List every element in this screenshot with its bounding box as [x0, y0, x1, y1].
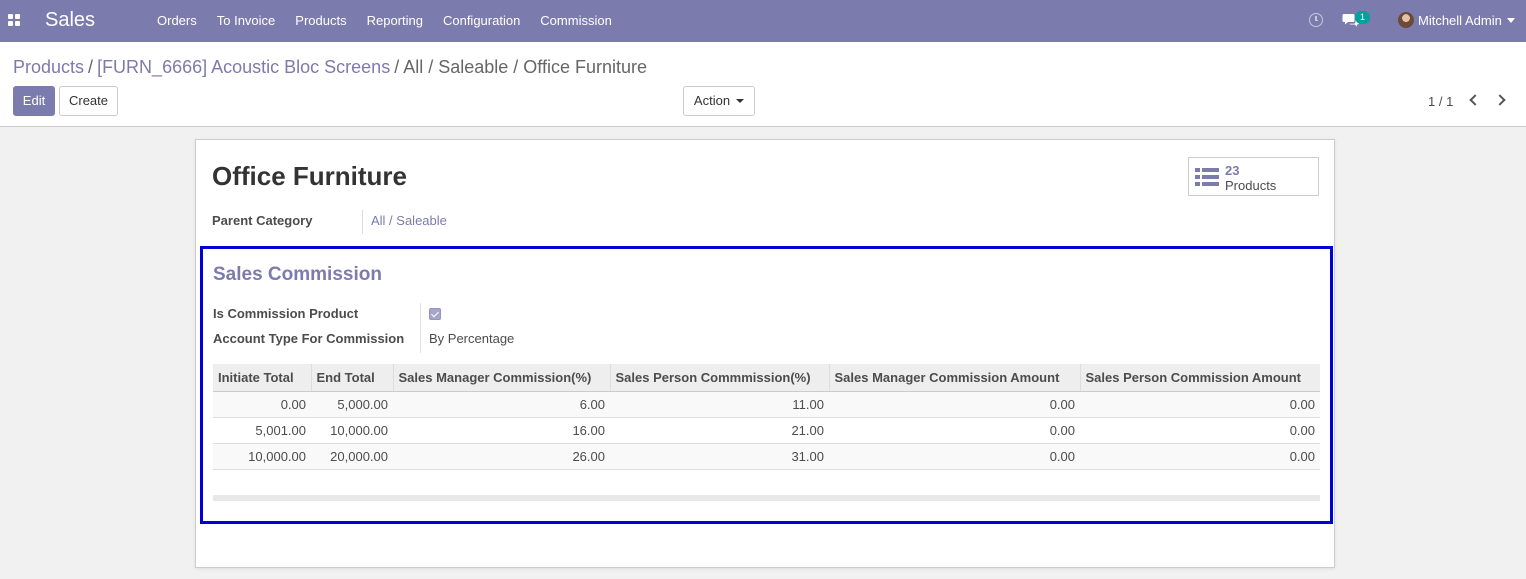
table-row[interactable]: 5,001.00 10,000.00 16.00 21.00 0.00 0.00: [213, 417, 1320, 444]
pager-value[interactable]: 1 / 1: [1428, 94, 1453, 109]
action-label: Action: [693, 93, 731, 108]
breadcrumb-separator: /: [394, 57, 400, 77]
table-cell: 10,000.00: [311, 417, 393, 444]
table-cell: 0.00: [1080, 417, 1320, 444]
stat-value: 23: [1225, 163, 1240, 178]
column-header-person-amount[interactable]: Sales Person Commission Amount: [1080, 364, 1320, 392]
column-header-person-percent[interactable]: Sales Person Commmission(%): [610, 364, 830, 392]
apps-menu-icon[interactable]: [8, 14, 20, 26]
table-cell: 26.00: [393, 443, 610, 470]
user-avatar[interactable]: [1398, 12, 1414, 28]
sales-commission-section: Sales Commission Is Commission Product A…: [200, 246, 1333, 524]
table-row[interactable]: 0.00 5,000.00 6.00 11.00 0.00 0.00: [213, 391, 1320, 418]
table-cell: 21.00: [610, 417, 829, 444]
table-cell: 5,000.00: [311, 391, 393, 418]
table-cell: 11.00: [610, 391, 829, 418]
parent-category-value[interactable]: All / Saleable: [371, 213, 447, 228]
create-button[interactable]: Create: [59, 86, 118, 116]
app-name[interactable]: Sales: [45, 9, 95, 32]
table-cell: 0.00: [829, 443, 1080, 470]
is-commission-product-checkbox[interactable]: [429, 308, 441, 320]
menu-item-orders[interactable]: Orders: [147, 0, 207, 42]
breadcrumb-item-product[interactable]: [FURN_6666] Acoustic Bloc Screens: [97, 57, 390, 77]
menu-item-reporting[interactable]: Reporting: [357, 0, 433, 42]
account-type-label: Account Type For Commission: [213, 331, 405, 346]
table-cell: 0.00: [829, 417, 1080, 444]
list-icon: [1195, 168, 1219, 186]
action-dropdown-button[interactable]: Action: [683, 86, 755, 116]
edit-button[interactable]: Edit: [13, 86, 55, 116]
table-cell: 6.00: [393, 391, 610, 418]
table-cell: 31.00: [610, 443, 829, 470]
breadcrumb-item-products[interactable]: Products: [13, 57, 84, 77]
table-cell: 0.00: [1080, 443, 1320, 470]
table-cell: 0.00: [213, 391, 311, 418]
user-menu-name[interactable]: Mitchell Admin: [1418, 13, 1502, 28]
record-title: Office Furniture: [212, 161, 408, 191]
table-cell: 0.00: [829, 391, 1080, 418]
column-header-manager-percent[interactable]: Sales Manager Commission(%): [393, 364, 611, 392]
section-title: Sales Commission: [213, 264, 382, 285]
chat-counter-badge: 1: [1355, 11, 1370, 24]
parent-category-label: Parent Category: [212, 213, 313, 228]
user-menu-caret-icon[interactable]: [1507, 18, 1515, 23]
activity-clock-icon[interactable]: [1309, 13, 1323, 27]
column-header-initiate-total[interactable]: Initiate Total: [213, 364, 312, 392]
top-navbar: Sales Orders To Invoice Products Reporti…: [0, 0, 1526, 42]
menu-item-commission[interactable]: Commission: [530, 0, 622, 42]
breadcrumb: Products / [FURN_6666] Acoustic Bloc Scree…: [13, 57, 647, 78]
menu-item-configuration[interactable]: Configuration: [433, 0, 530, 42]
is-commission-product-label: Is Commission Product: [213, 306, 359, 321]
breadcrumb-separator: /: [88, 57, 94, 77]
chevron-left-icon[interactable]: [1469, 94, 1481, 106]
table-cell: 5,001.00: [213, 417, 311, 444]
table-cell: 20,000.00: [311, 443, 393, 470]
commission-lines-table: Initiate Total End Total Sales Manager C…: [213, 364, 1320, 470]
stat-label: Products: [1225, 178, 1277, 193]
menu-item-to-invoice[interactable]: To Invoice: [207, 0, 286, 42]
table-footer: [213, 495, 1320, 501]
table-header-row: Initiate Total End Total Sales Manager C…: [213, 364, 1320, 392]
table-cell: 16.00: [393, 417, 610, 444]
column-header-end-total[interactable]: End Total: [311, 364, 394, 392]
chevron-right-icon[interactable]: [1494, 94, 1506, 106]
caret-down-icon: [736, 99, 745, 103]
breadcrumb-active: All / Saleable / Office Furniture: [403, 57, 648, 77]
table-row[interactable]: 10,000.00 20,000.00 26.00 31.00 0.00 0.0…: [213, 443, 1320, 470]
table-cell: 0.00: [1080, 391, 1320, 418]
form-sheet: Office Furniture 23 Products Parent Cate…: [195, 139, 1335, 568]
account-type-value[interactable]: By Percentage: [429, 331, 514, 346]
menu-item-products[interactable]: Products: [285, 0, 356, 42]
control-panel: Products / [FURN_6666] Acoustic Bloc Scree…: [0, 42, 1526, 127]
column-header-manager-amount[interactable]: Sales Manager Commission Amount: [829, 364, 1081, 392]
field-divider: [362, 210, 363, 234]
table-cell: 10,000.00: [213, 443, 311, 470]
main-menu: Orders To Invoice Products Reporting Con…: [147, 0, 622, 42]
field-divider: [420, 303, 421, 353]
products-stat-button[interactable]: 23 Products: [1188, 157, 1319, 196]
